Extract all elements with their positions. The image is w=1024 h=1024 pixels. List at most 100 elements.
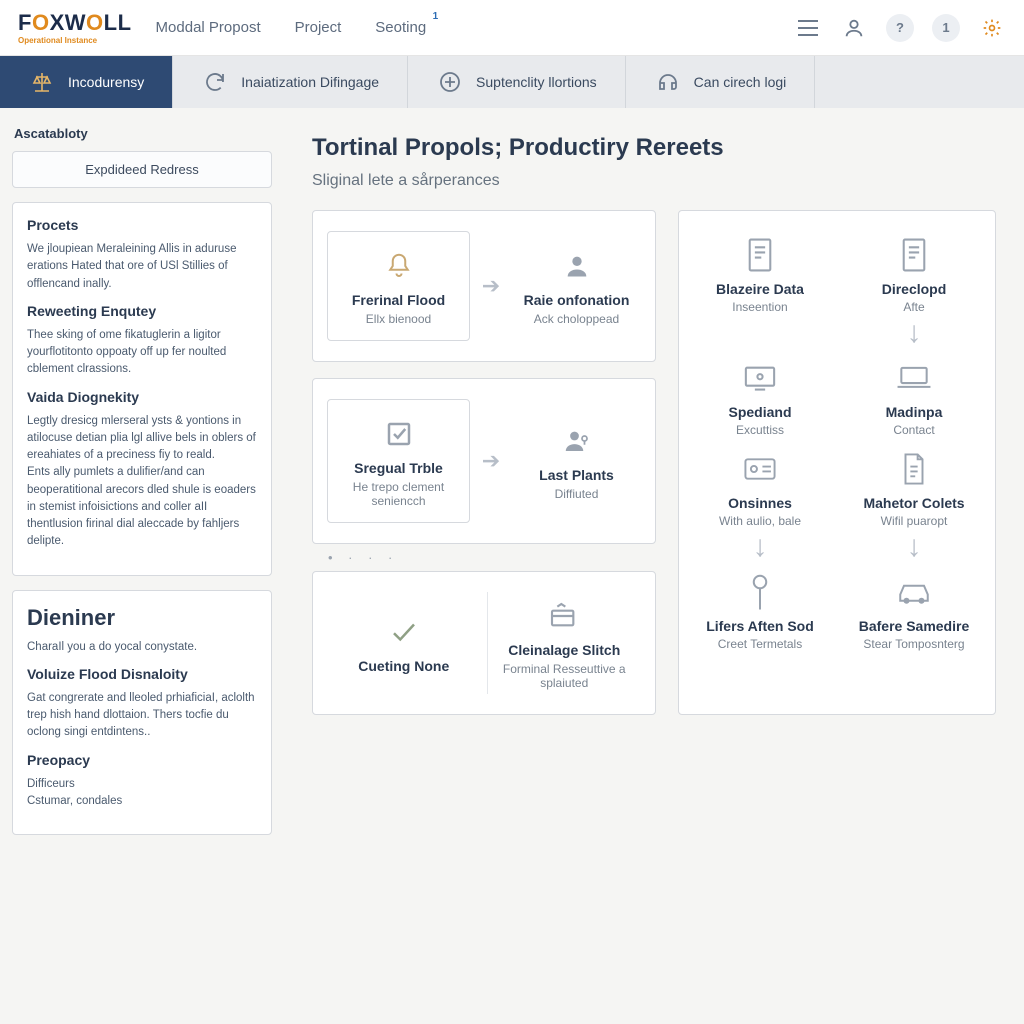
resource-title: Onsinnes	[697, 495, 823, 511]
user-icon[interactable]	[840, 14, 868, 42]
person-icon	[514, 246, 639, 286]
sidebar-primary-button[interactable]: Expdideed Redress	[12, 151, 272, 188]
resource-sub: Stear Tomposnterg	[851, 637, 977, 651]
resource-bafere-samedire[interactable]: Bafere Samedire Stear Tomposnterg	[851, 570, 977, 651]
refresh-icon	[201, 68, 229, 96]
resource-title: Mahetor Colets	[851, 495, 977, 511]
resource-sub: Contact	[851, 423, 977, 437]
card-swipe-icon	[490, 596, 640, 636]
tile-last-plants[interactable]: Last Plants Diffiuted	[512, 417, 641, 505]
scale-icon	[28, 68, 56, 96]
panel-title: Dieniner	[27, 605, 257, 631]
panel-subtitle: Vaida Diognekity	[27, 389, 257, 405]
secondary-nav: Incodurensy Inaiatization Difingage Supt…	[0, 56, 1024, 108]
tile-raie-onfonation[interactable]: Raie onfonation Ack choloppead	[512, 242, 641, 330]
resource-title: Spediand	[697, 404, 823, 420]
step-card-1[interactable]: Frerinal Flood Ellx bienood ➔ Raie onfon…	[312, 210, 656, 362]
car-icon	[851, 570, 977, 614]
main-content: Tortinal Propols; Productiry Rereets Sli…	[284, 108, 1024, 1024]
checkbox-icon	[336, 414, 461, 454]
step-card-2[interactable]: Sregual Trble He trepo clement seniencch…	[312, 378, 656, 544]
headset-icon	[654, 68, 682, 96]
column-resources: Blazeire Data Inseention Direclopd Afte ↓ Spe…	[678, 210, 996, 715]
resource-onsinnes[interactable]: Onsinnes With aulio, bale ↓	[697, 447, 823, 560]
primary-nav: Moddal Propost Project Seoting1	[156, 19, 794, 36]
tab-incodurensy[interactable]: Incodurensy	[0, 56, 173, 108]
resource-mahetor-colets[interactable]: Mahetor Colets Wifil puaropt ↓	[851, 447, 977, 560]
tab-label: Can cirech logi	[694, 74, 787, 90]
nav-modal-propost[interactable]: Moddal Propost	[156, 19, 261, 36]
gear-icon[interactable]	[978, 14, 1006, 42]
arrow-right-icon: ➔	[476, 448, 506, 474]
arrow-down-icon: ↓	[851, 318, 977, 348]
tile-title: Last Plants	[514, 467, 639, 483]
top-header: FOXWOLL Operational Instance Moddal Prop…	[0, 0, 1024, 56]
resource-title: Lifers Aften Sod	[697, 618, 823, 634]
brand-logo[interactable]: FOXWOLL Operational Instance	[18, 10, 132, 45]
laptop-icon	[851, 356, 977, 400]
resource-sub: Wifil puaropt	[851, 514, 977, 528]
arrow-down-icon: ↓	[697, 532, 823, 562]
id-card-icon	[697, 447, 823, 491]
resource-madinpa[interactable]: MadinpaContact	[851, 356, 977, 437]
step-card-3[interactable]: Cueting None Cleinalage Slitch Forminal …	[312, 571, 656, 715]
resource-sub: Creet Termetals	[697, 637, 823, 651]
sidebar-panel-procets: Procets We jloupiean Meraleining Allis i…	[12, 202, 272, 576]
arrow-right-icon: ➔	[476, 273, 506, 299]
tile-sregual-trble[interactable]: Sregual Trble He trepo clement seniencch	[327, 399, 470, 523]
tab-label: Inaiatization Difingage	[241, 74, 379, 90]
panel-subtitle: Reweeting Enqutey	[27, 303, 257, 319]
pager-dots[interactable]: • · · ·	[312, 544, 656, 571]
page-title: Tortinal Propols; Productiry Rereets	[312, 134, 996, 162]
notification-count[interactable]: 1	[932, 14, 960, 42]
resource-sub: With aulio, bale	[697, 514, 823, 528]
pin-icon	[697, 570, 823, 614]
menu-icon[interactable]	[794, 14, 822, 42]
arrow-down-icon: ↓	[851, 532, 977, 562]
tab-label: Suptenclity llortions	[476, 74, 597, 90]
tile-title: Cueting None	[329, 658, 479, 674]
tile-title: Raie onfonation	[514, 292, 639, 308]
resource-sub: Afte	[851, 300, 977, 314]
resource-direclopd[interactable]: Direclopd Afte ↓	[851, 233, 977, 346]
resource-sub: Inseention	[697, 300, 823, 314]
tile-title: Cleinalage Slitch	[490, 642, 640, 658]
doc-lines-icon	[851, 233, 977, 277]
resource-lifers-aften-sod[interactable]: Lifers Aften Sod Creet Termetals	[697, 570, 823, 651]
check-flag-icon	[329, 612, 479, 652]
tab-initialization[interactable]: Inaiatization Difingage	[173, 56, 408, 108]
sidebar-section-title: Ascatabloty	[14, 126, 272, 141]
bell-icon	[336, 246, 461, 286]
tab-can-cirech[interactable]: Can cirech logi	[626, 56, 816, 108]
tile-title: Sregual Trble	[336, 460, 461, 476]
brand-name: FOXWOLL	[18, 10, 132, 35]
sidebar: Ascatabloty Expdideed Redress Procets We…	[0, 108, 284, 1024]
sidebar-panel-dieniner: Dieniner CharaIl you a do yocal conystat…	[12, 590, 272, 836]
top-icon-bar: ? 1	[794, 14, 1006, 42]
resource-sub: Excuttiss	[697, 423, 823, 437]
tab-suptenclity[interactable]: Suptenclity llortions	[408, 56, 626, 108]
panel-body: We jloupiean Meraleining Allis in adurus…	[27, 241, 257, 293]
person-key-icon	[514, 421, 639, 461]
resource-blazeire-data[interactable]: Blazeire Data Inseention	[697, 233, 823, 346]
tile-title: Frerinal Flood	[336, 292, 461, 308]
resource-spediand[interactable]: Spediand Excuttiss	[697, 356, 823, 437]
tile-cleinalage-slitch[interactable]: Cleinalage Slitch Forminal Resseuttive a…	[487, 592, 642, 694]
tile-sub: He trepo clement seniencch	[336, 480, 461, 508]
nav-seoting[interactable]: Seoting1	[375, 19, 426, 36]
help-icon[interactable]: ?	[886, 14, 914, 42]
panel-subbody: Legtly dresicg mlerseral ysts & yontions…	[27, 413, 257, 551]
resource-title: Blazeire Data	[697, 281, 823, 297]
tile-cueting-none[interactable]: Cueting None	[327, 608, 481, 678]
device-icon	[697, 356, 823, 400]
panel-body: CharaIl you a do yocal conystate.	[27, 639, 257, 656]
sheet-icon	[851, 447, 977, 491]
panel-title: Procets	[27, 217, 257, 233]
resource-title: Direclopd	[851, 281, 977, 297]
tile-frerinal-flood[interactable]: Frerinal Flood Ellx bienood	[327, 231, 470, 341]
nav-badge: 1	[433, 11, 439, 22]
nav-project[interactable]: Project	[295, 19, 342, 36]
resource-title: Bafere Samedire	[851, 618, 977, 634]
page-subtitle: Sliginal lete a sårperances	[312, 172, 996, 190]
panel-subtitle: Voluize Flood Disnaloity	[27, 666, 257, 682]
